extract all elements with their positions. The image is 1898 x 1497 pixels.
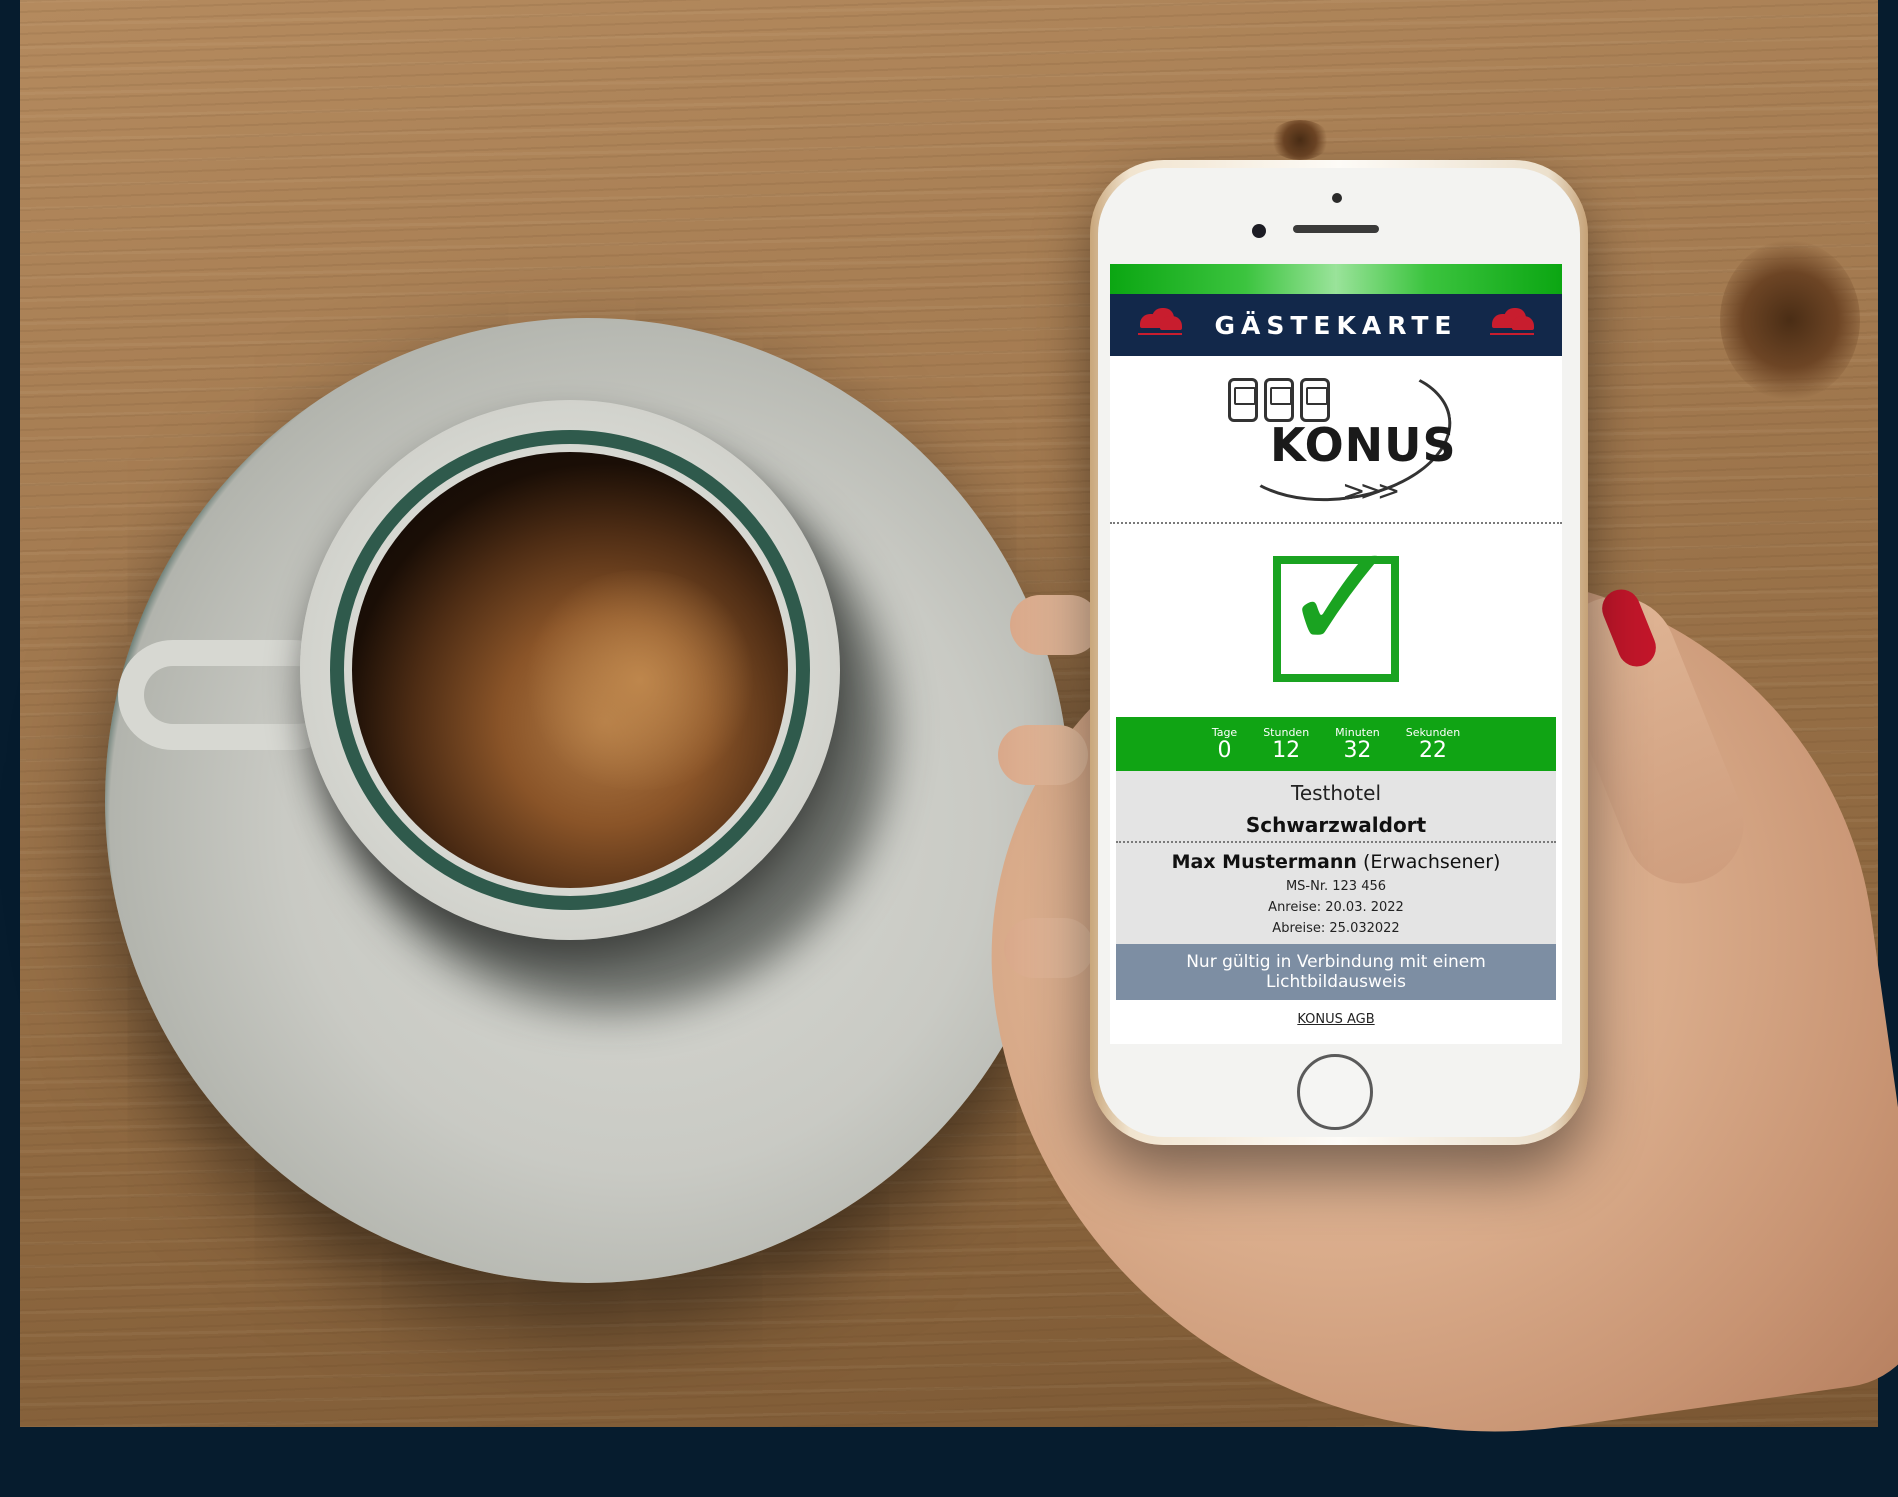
- ms-number: MS-Nr. 123 456: [1285, 879, 1387, 894]
- bus-icon: [1264, 378, 1294, 422]
- hotel-location: Schwarzwaldort: [1245, 813, 1427, 837]
- train-icon: [1300, 378, 1330, 422]
- hotel-info: Testhotel Schwarzwaldort: [1116, 771, 1556, 843]
- countdown-days: Tage 0: [1211, 725, 1238, 763]
- guest-type: (Erwachsener): [1362, 851, 1501, 873]
- chevrons-icon: >>>: [1342, 474, 1400, 507]
- earpiece-speaker: [1293, 225, 1379, 233]
- status-bar: [1110, 264, 1562, 294]
- countdown-hours: Stunden 12: [1263, 725, 1310, 763]
- guest-name-line: Max Mustermann (Erwachsener): [1116, 851, 1556, 873]
- konus-logo: KONUS >>>: [1110, 351, 1562, 524]
- proximity-sensor: [1332, 193, 1342, 203]
- home-button[interactable]: [1297, 1054, 1373, 1130]
- vehicle-icons: [1228, 378, 1330, 422]
- departure-date: Abreise: 25.032022: [1272, 921, 1400, 936]
- front-camera-icon: [1252, 224, 1266, 238]
- check-mark-icon: ✓: [1280, 512, 1405, 684]
- arrival-date: Anreise: 20.03. 2022: [1268, 900, 1404, 915]
- card-title: GÄSTEKARTE: [1214, 310, 1458, 340]
- countdown-minutes: Minuten 32: [1335, 725, 1380, 763]
- wood-knot: [1720, 240, 1860, 400]
- guest-card-screen: GÄSTEKARTE KONUS >>> ✓ Tage 0 Stunden 12…: [1110, 264, 1562, 1044]
- bus-icon: [1228, 378, 1258, 422]
- guest-name: Max Mustermann: [1171, 851, 1357, 873]
- region-logo-icon: [1489, 306, 1534, 344]
- hotel-name: Testhotel: [1291, 781, 1381, 805]
- finger: [1004, 918, 1094, 978]
- validity-countdown: Tage 0 Stunden 12 Minuten 32 Sekunden 22: [1116, 717, 1556, 771]
- agb-link[interactable]: KONUS AGB: [1110, 1000, 1562, 1039]
- countdown-seconds: Sekunden 22: [1405, 725, 1461, 763]
- coffee-crema: [520, 570, 760, 790]
- finger: [998, 725, 1088, 785]
- card-header: GÄSTEKARTE: [1110, 294, 1562, 356]
- finger: [1010, 595, 1100, 655]
- region-logo-icon: [1138, 306, 1182, 344]
- brand-name: KONUS: [1270, 418, 1457, 472]
- validity-indicator: ✓: [1110, 524, 1562, 717]
- wood-knot: [1270, 120, 1330, 160]
- guest-info: Max Mustermann (Erwachsener) MS-Nr. 123 …: [1116, 843, 1556, 944]
- id-notice: Nur gültig in Verbindung mit einem Licht…: [1116, 944, 1556, 1000]
